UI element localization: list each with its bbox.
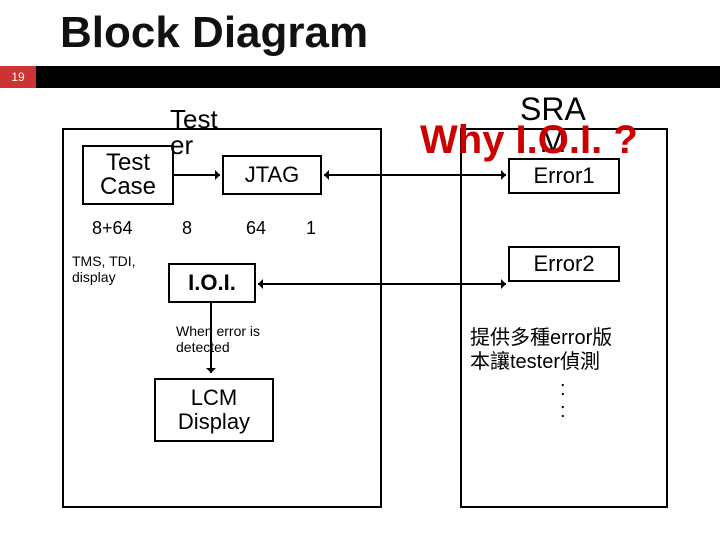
ioi-text: I.O.I.: [188, 270, 236, 296]
error1-text: Error1: [533, 163, 594, 189]
why-ioi-overlay: Why I.O.I. ?: [420, 118, 638, 163]
error2-text: Error2: [533, 251, 594, 277]
arrow-ioi-down: [210, 303, 212, 373]
slide-number: 19: [0, 66, 36, 88]
test-case-block: Test Case: [82, 145, 174, 205]
diagram-canvas: Test er Test Case JTAG 8+64 8 64 1 TMS, …: [0, 88, 720, 518]
page-title: Block Diagram: [0, 0, 720, 66]
header-bar: 19: [0, 66, 720, 88]
arrow-ioi-error2: [258, 283, 506, 285]
ioi-block: I.O.I.: [168, 263, 256, 303]
error1-block: Error1: [508, 158, 620, 194]
arrow-jtag-error1: [324, 174, 506, 176]
jtag-text: JTAG: [245, 162, 300, 188]
tester-label: Test er: [170, 106, 218, 158]
lcm-text: LCM Display: [178, 386, 250, 434]
jtag-block: JTAG: [222, 155, 322, 195]
lcm-block: LCM Display: [154, 378, 274, 442]
test-case-text: Test Case: [100, 151, 156, 199]
error2-block: Error2: [508, 246, 620, 282]
arrow-testcase-jtag: [174, 174, 220, 176]
